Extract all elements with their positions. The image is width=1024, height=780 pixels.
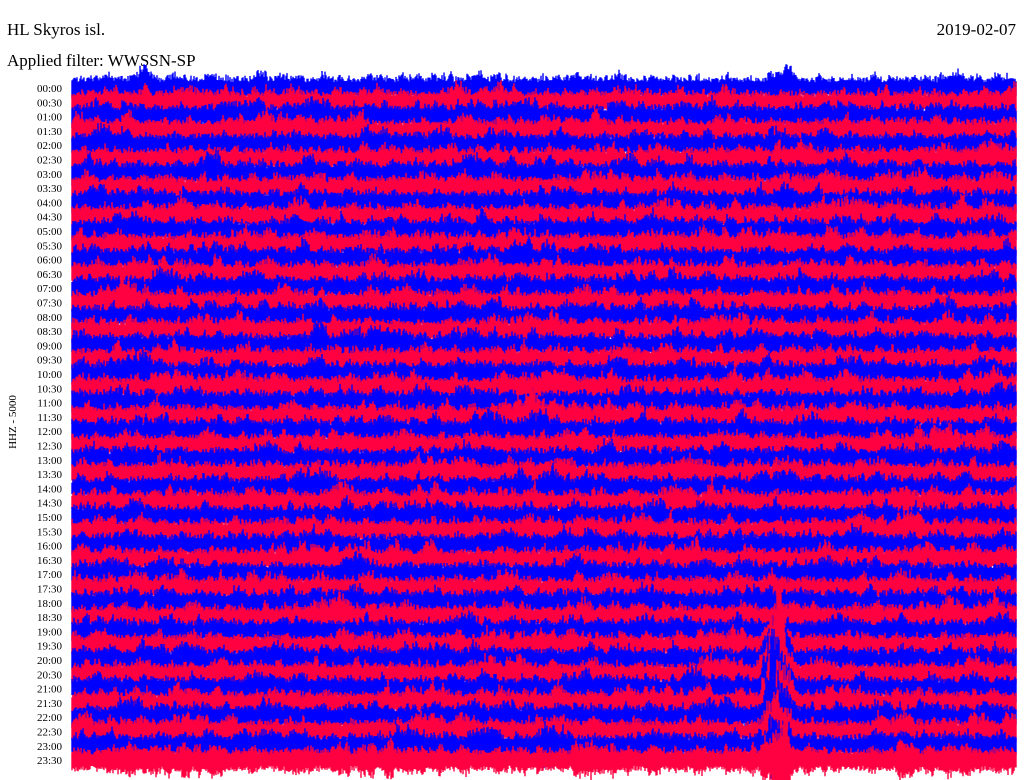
- row-time-label: 03:30: [37, 183, 63, 195]
- row-time-label: 17:30: [37, 584, 63, 596]
- row-time-label: 12:30: [37, 441, 63, 453]
- row-time-label: 14:00: [37, 483, 63, 495]
- helicorder-plot: 00:00 00:30 01:00 01:30 02:00 02:30 03:00 03:30…: [37, 64, 1017, 780]
- row-time-label: 01:30: [37, 126, 63, 138]
- row-time-label: 15:30: [37, 526, 63, 538]
- row-time-label: 21:00: [37, 684, 63, 696]
- row-time-label: 06:00: [37, 255, 63, 267]
- row-time-label: 19:00: [37, 626, 63, 638]
- row-time-label: 23:00: [37, 741, 63, 753]
- row-time-label: 14:30: [37, 498, 63, 510]
- row-time-label: 18:00: [37, 598, 63, 610]
- row-time-label: 06:30: [37, 269, 63, 281]
- row-time-label: 07:30: [37, 298, 63, 310]
- row-time-label: 17:00: [37, 569, 63, 581]
- row-time-label: 02:30: [37, 155, 63, 167]
- row-time-label: 08:30: [37, 326, 63, 338]
- row-time-label: 10:00: [37, 369, 63, 381]
- row-time-label: 03:00: [37, 169, 63, 181]
- row-time-label: 12:00: [37, 426, 63, 438]
- row-time-label: 20:30: [37, 669, 63, 681]
- row-time-label: 19:30: [37, 641, 63, 653]
- row-time-label: 09:30: [37, 355, 63, 367]
- row-time-label: 15:00: [37, 512, 63, 524]
- trace-layer: [71, 64, 1017, 780]
- row-time-label: 09:00: [37, 340, 63, 352]
- row-time-label: 00:00: [37, 83, 63, 95]
- row-time-label: 04:00: [37, 197, 63, 209]
- row-time-label: 20:00: [37, 655, 63, 667]
- row-time-label: 16:30: [37, 555, 63, 567]
- row-time-label: 22:30: [37, 727, 63, 739]
- row-time-label: 05:00: [37, 226, 63, 238]
- row-time-label: 22:00: [37, 712, 63, 724]
- row-time-label: 05:30: [37, 240, 63, 252]
- row-time-label: 10:30: [37, 383, 63, 395]
- row-time-label: 01:00: [37, 112, 63, 124]
- row-time-label: 13:30: [37, 469, 63, 481]
- row-time-label: 11:30: [37, 412, 62, 424]
- row-time-label: 11:00: [37, 398, 62, 410]
- row-time-label: 02:00: [37, 140, 63, 152]
- row-time-label: 08:00: [37, 312, 63, 324]
- row-time-label: 00:30: [37, 97, 63, 109]
- row-time-label: 07:00: [37, 283, 63, 295]
- row-time-label: 04:30: [37, 212, 63, 224]
- row-time-label: 23:30: [37, 755, 63, 767]
- row-time-label: 16:00: [37, 541, 63, 553]
- row-time-label: 18:30: [37, 612, 63, 624]
- time-label-layer: 00:00 00:30 01:00 01:30 02:00 02:30 03:00 03:30…: [37, 83, 63, 767]
- row-time-label: 21:30: [37, 698, 63, 710]
- row-time-label: 13:00: [37, 455, 63, 467]
